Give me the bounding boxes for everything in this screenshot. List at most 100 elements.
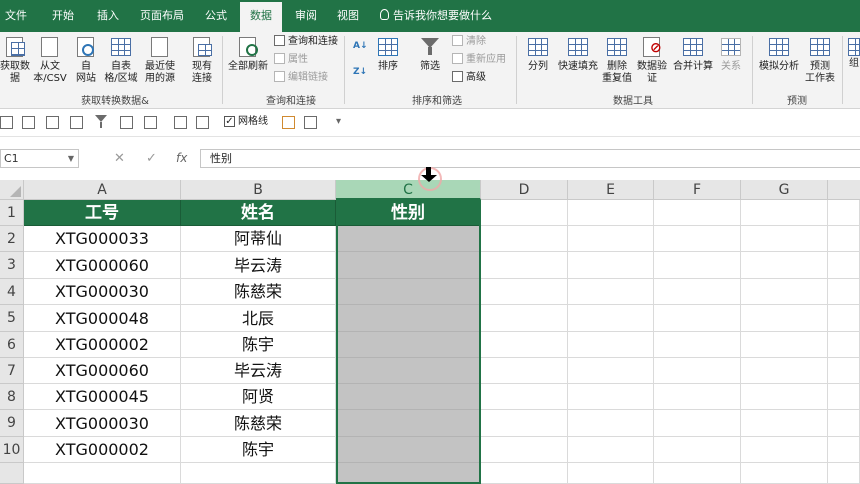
data-validation-button[interactable]: ⊘ 数据验 证 xyxy=(636,36,668,85)
cell-a3[interactable]: XTG000060 xyxy=(24,252,181,279)
qat-form-icon[interactable] xyxy=(46,116,59,129)
tab-page-layout[interactable]: 页面布局 xyxy=(134,0,190,32)
cell-b11[interactable] xyxy=(181,463,336,484)
row-header-6[interactable]: 6 xyxy=(0,332,24,358)
forecast-sheet-button[interactable]: 预测 工作表 xyxy=(802,36,838,85)
cell-f3[interactable] xyxy=(654,252,741,279)
row-header-9[interactable]: 9 xyxy=(0,410,24,437)
reapply-button[interactable]: 重新应用 xyxy=(452,52,506,68)
cell-e5[interactable] xyxy=(568,305,654,332)
cell-g7[interactable] xyxy=(741,358,828,384)
cell-g6[interactable] xyxy=(741,332,828,358)
cell-a1[interactable]: 工号 xyxy=(24,200,181,226)
sort-button[interactable]: 排序 xyxy=(372,36,404,73)
cell-f4[interactable] xyxy=(654,279,741,305)
from-table-range-button[interactable]: 自表 格/区域 xyxy=(102,36,140,85)
edit-links-button[interactable]: 编辑链接 xyxy=(274,70,328,86)
cell-g3[interactable] xyxy=(741,252,828,279)
cell-h2[interactable] xyxy=(828,226,860,252)
row-header-4[interactable]: 4 xyxy=(0,279,24,305)
cell-e2[interactable] xyxy=(568,226,654,252)
column-header-e[interactable]: E xyxy=(568,180,654,200)
qat-table-icon[interactable] xyxy=(0,116,13,129)
row-header-11[interactable] xyxy=(0,463,24,484)
row-header-8[interactable]: 8 xyxy=(0,384,24,410)
cell-e7[interactable] xyxy=(568,358,654,384)
qat-format-painter-icon[interactable] xyxy=(282,116,295,129)
filter-button[interactable]: 筛选 xyxy=(414,36,446,73)
what-if-analysis-button[interactable]: 模拟分析 xyxy=(756,36,802,73)
cell-c1[interactable]: 性别 xyxy=(336,200,481,226)
flash-fill-button[interactable]: 快速填充 xyxy=(556,36,600,73)
cell-h3[interactable] xyxy=(828,252,860,279)
cell-d11[interactable] xyxy=(481,463,568,484)
properties-button[interactable]: 属性 xyxy=(274,52,308,68)
column-header-c[interactable]: C xyxy=(336,180,481,200)
cell-d8[interactable] xyxy=(481,384,568,410)
cell-c8[interactable] xyxy=(336,384,481,410)
cell-h4[interactable] xyxy=(828,279,860,305)
cell-c10[interactable] xyxy=(336,437,481,463)
cell-a5[interactable]: XTG000048 xyxy=(24,305,181,332)
cell-e11[interactable] xyxy=(568,463,654,484)
cell-b2[interactable]: 阿蒂仙 xyxy=(181,226,336,252)
enter-check-icon[interactable]: ✓ xyxy=(146,149,157,168)
row-header-2[interactable]: 2 xyxy=(0,226,24,252)
relationships-button[interactable]: 关系 xyxy=(716,36,746,73)
cell-e9[interactable] xyxy=(568,410,654,437)
cell-e6[interactable] xyxy=(568,332,654,358)
cell-a2[interactable]: XTG000033 xyxy=(24,226,181,252)
cell-h10[interactable] xyxy=(828,437,860,463)
cell-d5[interactable] xyxy=(481,305,568,332)
insert-function-icon[interactable]: fx xyxy=(176,149,187,168)
group-outline-button[interactable]: 组 xyxy=(846,36,860,70)
cell-g1[interactable] xyxy=(741,200,828,226)
cell-g8[interactable] xyxy=(741,384,828,410)
row-header-7[interactable]: 7 xyxy=(0,358,24,384)
cell-h7[interactable] xyxy=(828,358,860,384)
queries-connections-button[interactable]: 查询和连接 xyxy=(274,34,338,50)
row-header-3[interactable]: 3 xyxy=(0,252,24,279)
cell-d6[interactable] xyxy=(481,332,568,358)
column-header-d[interactable]: D xyxy=(481,180,568,200)
cell-c2[interactable] xyxy=(336,226,481,252)
cell-d2[interactable] xyxy=(481,226,568,252)
cell-a6[interactable]: XTG000002 xyxy=(24,332,181,358)
cell-f5[interactable] xyxy=(654,305,741,332)
tab-home[interactable]: 开始 xyxy=(46,0,80,32)
text-to-columns-button[interactable]: 分列 xyxy=(522,36,554,73)
cell-g2[interactable] xyxy=(741,226,828,252)
cell-e8[interactable] xyxy=(568,384,654,410)
cell-d7[interactable] xyxy=(481,358,568,384)
cell-f9[interactable] xyxy=(654,410,741,437)
cell-g5[interactable] xyxy=(741,305,828,332)
cell-f2[interactable] xyxy=(654,226,741,252)
qat-align-icon[interactable] xyxy=(196,116,209,129)
qat-shapes-icon[interactable] xyxy=(144,116,157,129)
cell-b1[interactable]: 姓名 xyxy=(181,200,336,226)
cell-f7[interactable] xyxy=(654,358,741,384)
recent-sources-button[interactable]: 最近使 用的源 xyxy=(142,36,178,85)
cell-d1[interactable] xyxy=(481,200,568,226)
cell-h5[interactable] xyxy=(828,305,860,332)
from-web-button[interactable]: 自 网站 xyxy=(72,36,100,85)
cell-a9[interactable]: XTG000030 xyxy=(24,410,181,437)
qat-chart-icon[interactable] xyxy=(70,116,83,129)
cell-a8[interactable]: XTG000045 xyxy=(24,384,181,410)
cell-d4[interactable] xyxy=(481,279,568,305)
cell-e3[interactable] xyxy=(568,252,654,279)
select-all-corner[interactable] xyxy=(0,180,24,200)
cell-d3[interactable] xyxy=(481,252,568,279)
sort-az-button[interactable]: A↓ xyxy=(353,38,368,54)
column-header-f[interactable]: F xyxy=(654,180,741,200)
remove-duplicates-button[interactable]: 删除 重复值 xyxy=(600,36,634,85)
column-header-g[interactable]: G xyxy=(741,180,828,200)
get-data-button[interactable]: 获取数 据 xyxy=(0,36,30,85)
gridlines-checkbox[interactable]: ✓ xyxy=(224,116,235,127)
cell-b3[interactable]: 毕云涛 xyxy=(181,252,336,279)
cell-c7[interactable] xyxy=(336,358,481,384)
chevron-down-icon[interactable]: ▼ xyxy=(68,150,74,167)
cell-c6[interactable] xyxy=(336,332,481,358)
cell-b9[interactable]: 陈慈荣 xyxy=(181,410,336,437)
clear-filter-button[interactable]: 清除 xyxy=(452,34,486,50)
